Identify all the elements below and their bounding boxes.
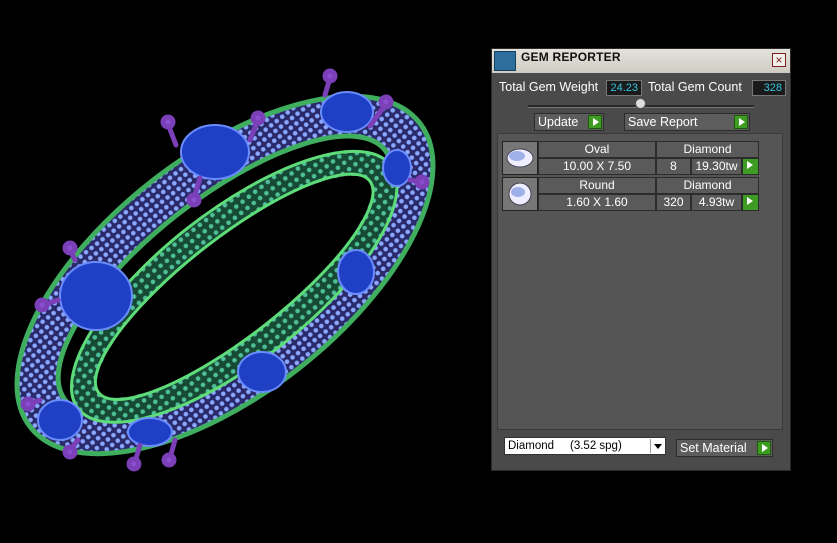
gem-count: 8 [656,158,691,175]
play-arrow-icon [743,195,757,209]
gem-reporter-panel: GEM REPORTER × Total Gem Weight 24.23 To… [491,48,791,471]
gem-list[interactable]: Oval Diamond 10.00 X 7.50 8 19.30tw Roun… [497,133,783,430]
gem-count: 320 [656,194,691,211]
gem-weight: 19.30tw [691,158,742,175]
oval-gem-icon [502,141,538,175]
play-arrow-icon [588,115,602,129]
update-button[interactable]: Update [534,113,604,131]
gem-shape: Round [538,177,656,194]
gem-size: 10.00 X 7.50 [538,158,656,175]
play-arrow-icon [757,441,771,455]
gem-size: 1.60 X 1.60 [538,194,656,211]
round-gem-icon [502,177,538,211]
material-select[interactable]: Diamond (3.52 spg) [504,437,666,455]
row-play-button[interactable] [742,194,759,211]
total-weight-value: 24.23 [606,80,642,96]
row-play-button[interactable] [742,158,759,175]
gem-reporter-icon [494,51,516,71]
set-material-button-label: Set Material [680,441,747,455]
panel-title: GEM REPORTER [521,50,621,64]
total-weight-label: Total Gem Weight [499,80,599,94]
update-button-label: Update [538,115,579,129]
slider-knob-icon[interactable] [635,98,646,109]
gem-row[interactable]: Round Diamond 1.60 X 1.60 320 4.93tw [502,177,760,211]
gem-material: Diamond [656,141,759,158]
close-icon[interactable]: × [772,53,786,67]
total-count-label: Total Gem Count [648,80,742,94]
ring-model [14,68,436,472]
set-material-button[interactable]: Set Material [676,439,773,457]
play-arrow-icon [734,115,748,129]
viewport-3d[interactable] [0,0,490,538]
material-select-value: Diamond (3.52 spg) [508,440,622,452]
gem-shape: Oval [538,141,656,158]
gem-row[interactable]: Oval Diamond 10.00 X 7.50 8 19.30tw [502,141,760,175]
total-count-value: 328 [752,80,786,96]
dropdown-arrow-icon[interactable] [650,439,664,453]
gem-material: Diamond [656,177,759,194]
save-report-button-label: Save Report [628,115,698,129]
gem-weight: 4.93tw [691,194,742,211]
play-arrow-icon [743,159,757,173]
title-bar[interactable]: GEM REPORTER × [492,49,790,73]
save-report-button[interactable]: Save Report [624,113,750,131]
